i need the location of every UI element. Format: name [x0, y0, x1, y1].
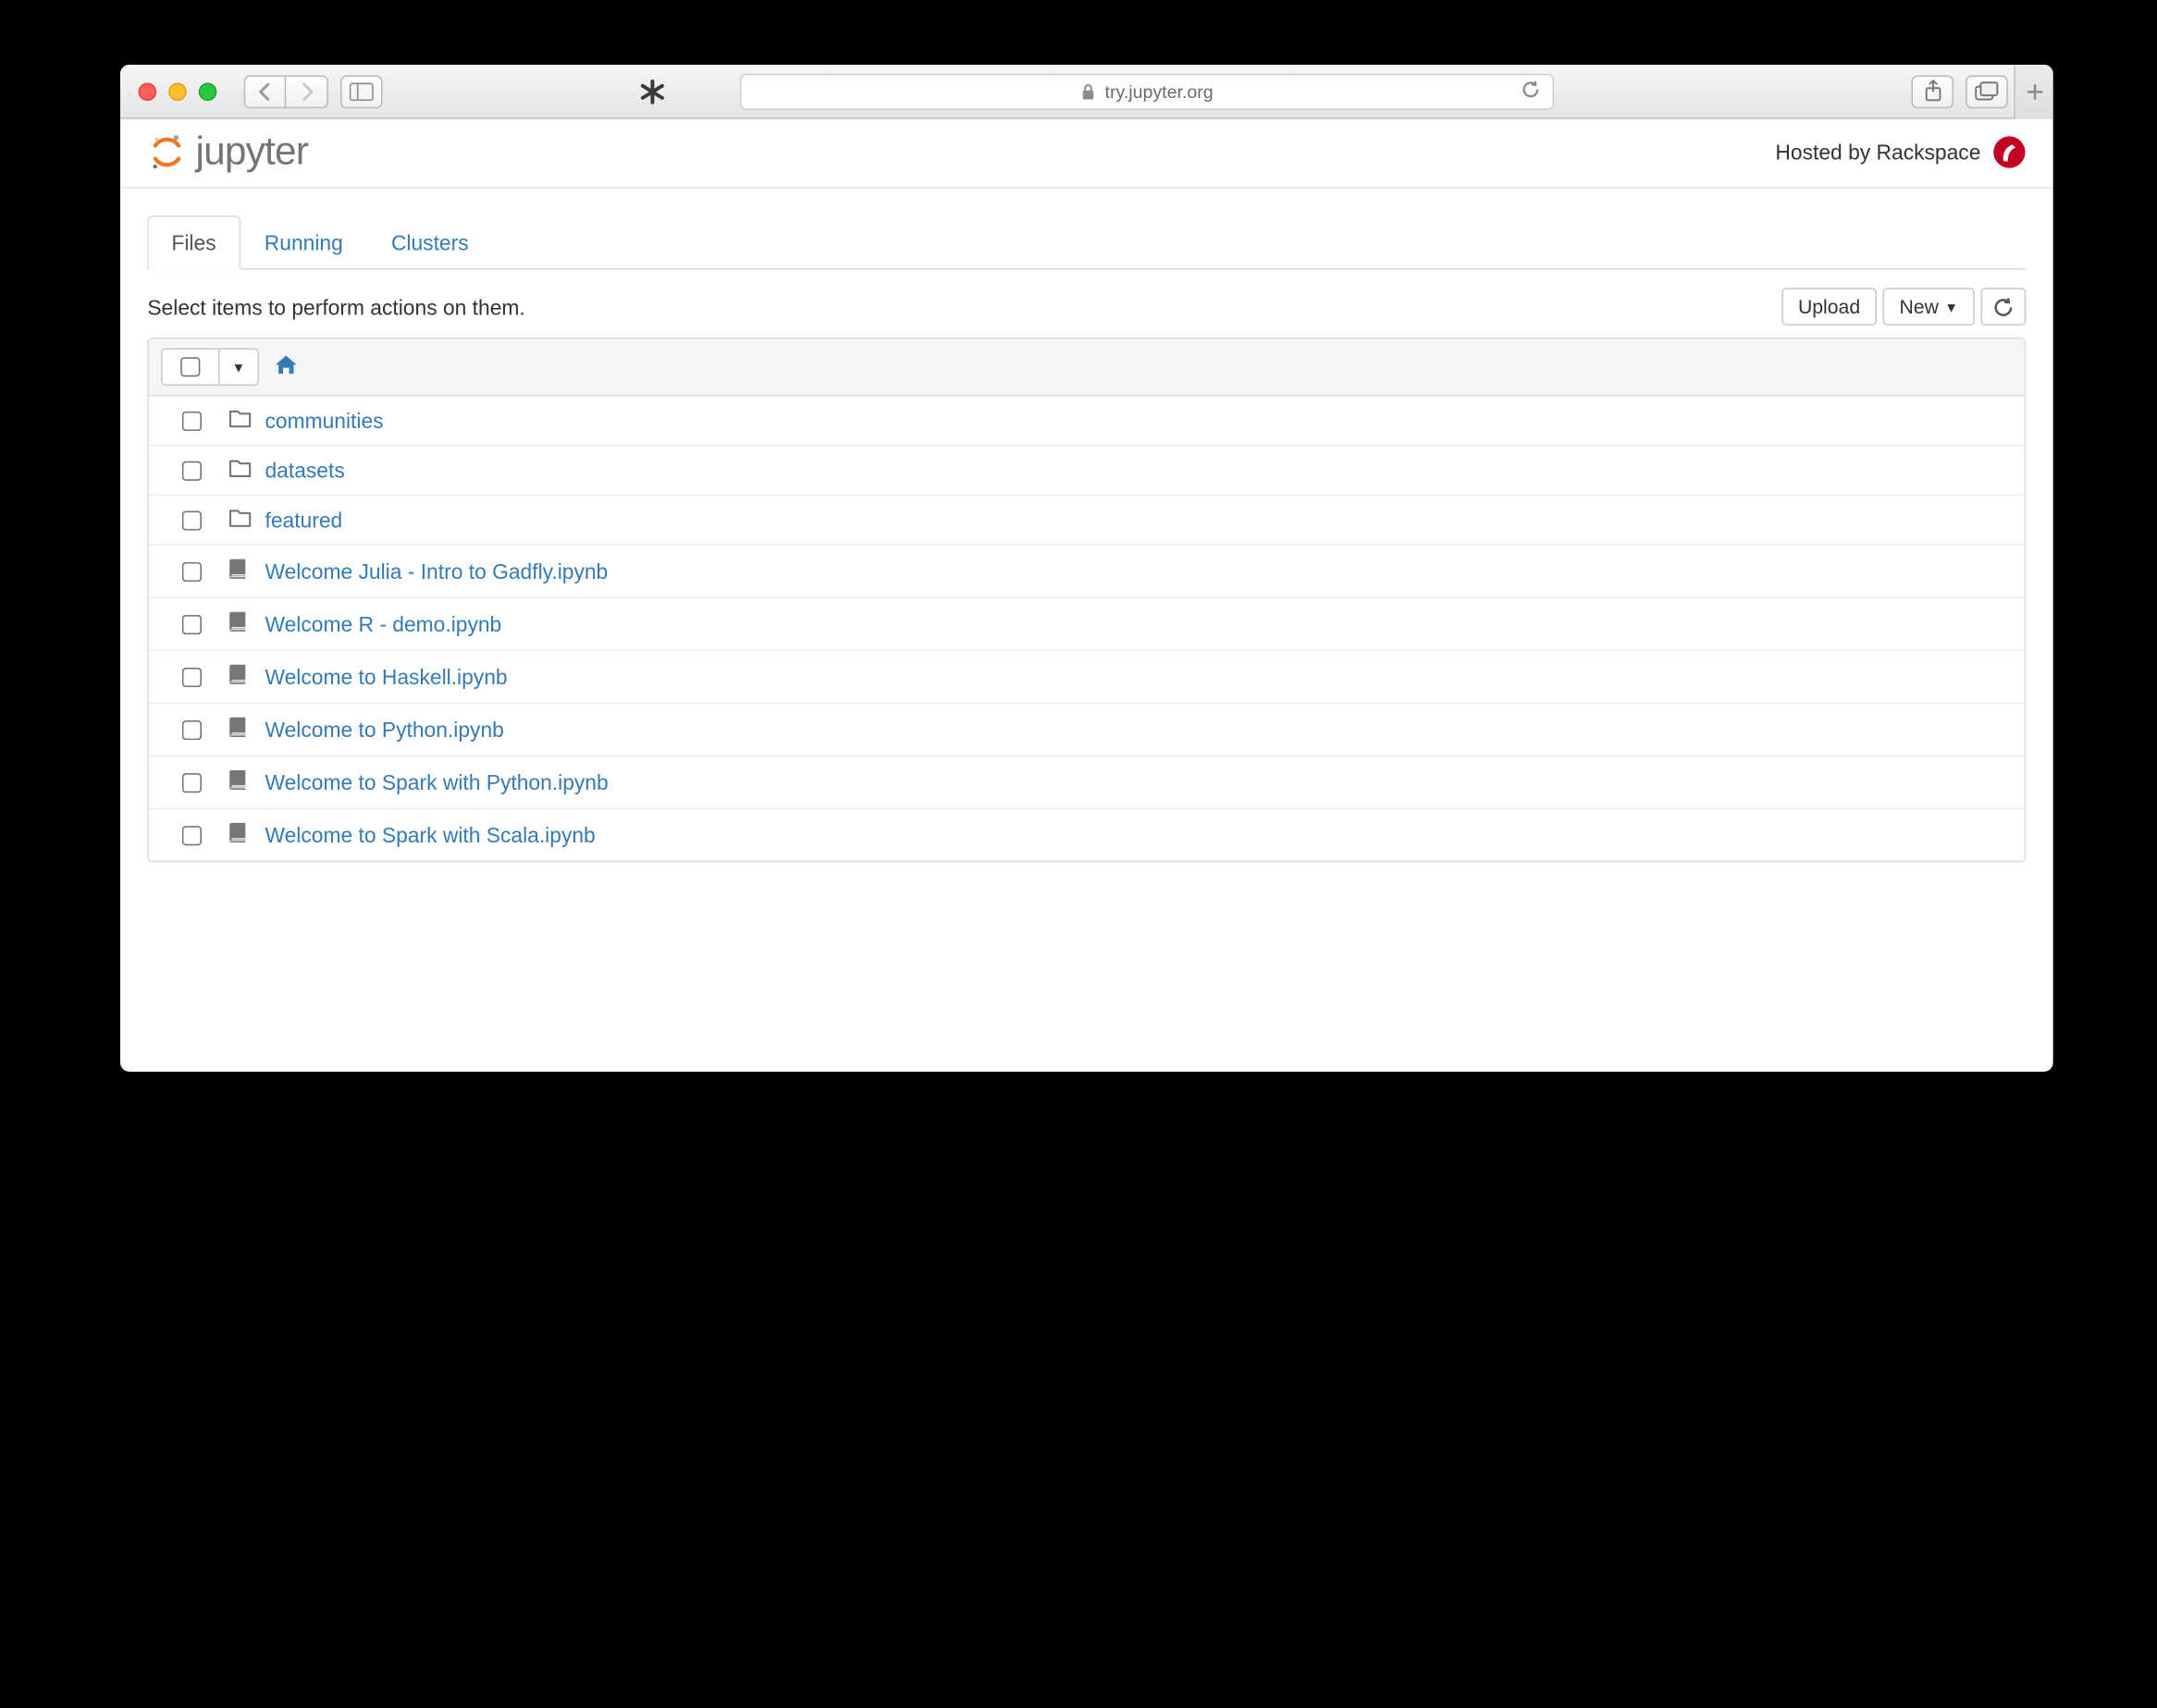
refresh-button[interactable] — [1980, 288, 2026, 326]
sidebar-icon — [350, 82, 374, 101]
new-dropdown[interactable]: New ▼ — [1883, 288, 1975, 326]
asterisk-icon — [637, 77, 668, 107]
forward-button[interactable] — [286, 75, 328, 108]
notebook-icon — [228, 821, 253, 848]
chevron-right-icon — [299, 82, 314, 101]
row-checkbox[interactable] — [182, 614, 202, 633]
row-checkbox[interactable] — [182, 510, 202, 530]
row-checkbox[interactable] — [182, 772, 202, 792]
select-dropdown[interactable]: ▼ — [220, 350, 258, 384]
file-row: Welcome R - demo.ipynb — [149, 598, 2025, 651]
file-row: communities — [149, 397, 2025, 447]
file-list: ▼ communities datasets featured Welcome Jul… — [147, 338, 2026, 862]
file-link[interactable]: communities — [265, 409, 383, 433]
tabs-icon — [1975, 81, 1999, 101]
file-link[interactable]: Welcome to Spark with Python.ipynb — [265, 770, 608, 794]
jupyter-logo[interactable]: jupyter — [147, 128, 308, 175]
file-row: Welcome to Spark with Python.ipynb — [149, 756, 2025, 809]
select-all-group: ▼ — [161, 348, 259, 386]
reload-icon — [1521, 79, 1540, 98]
folder-icon — [228, 409, 253, 433]
file-link[interactable]: Welcome to Spark with Scala.ipynb — [265, 823, 595, 847]
minimize-window[interactable] — [168, 82, 187, 101]
file-link[interactable]: featured — [265, 508, 342, 532]
upload-button[interactable]: Upload — [1781, 288, 1877, 326]
chevron-left-icon — [257, 82, 272, 101]
file-link[interactable]: Welcome R - demo.ipynb — [265, 612, 501, 636]
rackspace-icon — [1992, 135, 2026, 168]
address-bar[interactable]: try.jupyter.org — [740, 73, 1554, 109]
reload-button[interactable] — [1521, 79, 1540, 103]
file-row: Welcome to Haskell.ipynb — [149, 651, 2025, 704]
file-link[interactable]: Welcome Julia - Intro to Gadfly.ipynb — [265, 559, 608, 584]
notebook-icon — [228, 558, 253, 584]
row-checkbox[interactable] — [182, 411, 202, 430]
toolbar: Select items to perform actions on them.… — [147, 288, 2026, 326]
back-button[interactable] — [244, 75, 287, 108]
window-controls — [139, 82, 217, 101]
breadcrumb-home[interactable] — [274, 354, 298, 380]
file-row: Welcome to Spark with Scala.ipynb — [149, 809, 2025, 860]
plus-icon — [2026, 83, 2044, 102]
tab-clusters[interactable]: Clusters — [367, 215, 493, 270]
notebook-icon — [228, 663, 253, 690]
notebook-icon — [228, 768, 253, 795]
refresh-icon — [1992, 296, 2014, 317]
caret-down-icon: ▼ — [1944, 299, 1958, 313]
select-all-checkbox[interactable] — [180, 357, 200, 376]
notebook-icon — [228, 610, 253, 637]
file-link[interactable]: Welcome to Haskell.ipynb — [265, 665, 507, 689]
extension-icon[interactable] — [635, 75, 669, 108]
row-checkbox[interactable] — [182, 561, 202, 581]
fullscreen-window[interactable] — [199, 82, 217, 101]
sidebar-toggle[interactable] — [340, 75, 383, 108]
new-tab-button[interactable] — [2014, 65, 2052, 119]
tab-running[interactable]: Running — [240, 215, 367, 270]
file-link[interactable]: Welcome to Python.ipynb — [265, 718, 503, 742]
notebook-icon — [228, 716, 253, 743]
lock-icon — [1080, 82, 1095, 101]
hosted-by[interactable]: Hosted by Rackspace — [1775, 135, 2026, 168]
file-row: featured — [149, 496, 2025, 546]
url-text: try.jupyter.org — [1105, 80, 1214, 102]
browser-window: try.jupyter.org — [120, 65, 2053, 1072]
file-link[interactable]: datasets — [265, 458, 344, 482]
tabs-button[interactable] — [1966, 75, 2008, 108]
page-header: jupyter Hosted by Rackspace — [120, 119, 2053, 189]
file-row: Welcome to Python.ipynb — [149, 704, 2025, 756]
close-window[interactable] — [139, 82, 157, 101]
browser-toolbar: try.jupyter.org — [120, 65, 2053, 119]
tabs: FilesRunningClusters — [147, 215, 2026, 270]
home-icon — [274, 354, 298, 375]
row-checkbox[interactable] — [182, 461, 202, 480]
row-checkbox[interactable] — [182, 667, 202, 686]
folder-icon — [228, 458, 253, 482]
hosted-by-text: Hosted by Rackspace — [1775, 140, 1980, 164]
jupyter-logo-icon — [147, 132, 186, 171]
share-icon — [1923, 80, 1942, 102]
file-row: datasets — [149, 446, 2025, 496]
folder-icon — [228, 508, 253, 532]
caret-down-icon: ▼ — [232, 360, 246, 375]
page-content: jupyter Hosted by Rackspace FilesRunning… — [120, 119, 2053, 863]
list-header: ▼ — [149, 339, 2025, 397]
row-checkbox[interactable] — [182, 825, 202, 844]
row-checkbox[interactable] — [182, 719, 202, 739]
tab-files[interactable]: Files — [147, 215, 240, 270]
share-button[interactable] — [1911, 75, 1954, 108]
file-row: Welcome Julia - Intro to Gadfly.ipynb — [149, 546, 2025, 598]
toolbar-hint: Select items to perform actions on them. — [147, 295, 524, 319]
new-label: New — [1900, 295, 1939, 317]
logo-text: jupyter — [196, 128, 309, 175]
